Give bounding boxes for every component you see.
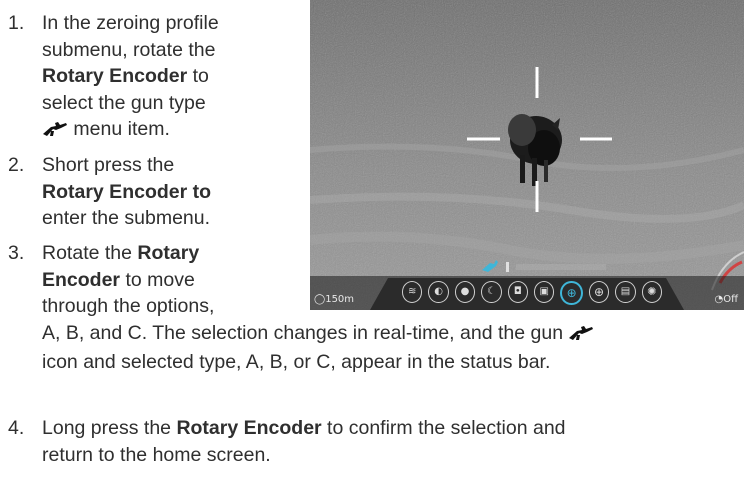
gun-icon	[568, 322, 594, 350]
step-number: 4.	[8, 417, 25, 439]
bold-term: Rotary Encoder	[42, 65, 188, 87]
wifi-icon[interactable]: ≋	[402, 281, 423, 303]
step-line: Rotary Encoder to	[42, 65, 209, 87]
step-line: menu item.	[42, 116, 219, 146]
timer-icon: ◔	[714, 294, 724, 305]
step-line: Short press the	[42, 154, 175, 176]
settings-icon[interactable]: ✺	[641, 281, 663, 303]
step-line: return to the home screen.	[42, 443, 271, 466]
step-number: 2.	[8, 154, 25, 176]
step-line: In the zeroing profile	[42, 12, 219, 34]
step-line: Rotary Encoder to	[42, 180, 212, 203]
step-text: In the zeroing profile submenu, rotate t…	[42, 10, 219, 146]
step-line: A, B, and C. The selection changes in re…	[42, 320, 594, 350]
step-line: icon and selected type, A, B, or C, appe…	[42, 351, 551, 373]
step-line: submenu, rotate the	[42, 38, 216, 61]
step-number: 1.	[8, 12, 25, 34]
calendar-icon[interactable]: ▤	[615, 281, 636, 303]
step-number: 3.	[8, 242, 25, 264]
mode-readout: ◔Off	[714, 294, 739, 305]
compass-icon[interactable]: ◐	[428, 281, 449, 303]
camera-icon[interactable]: ◘	[507, 281, 529, 303]
step-line: Long press the Rotary Encoder to confirm…	[42, 417, 566, 439]
step-line: select the gun type	[42, 91, 206, 114]
thermal-screenshot: ◯150m ◔Off ≋ ◐ ● ☾ ◘ ▣ ⊕ ⊕ ▤ ✺	[310, 0, 744, 310]
crosshair-selected-icon[interactable]: ⊕	[560, 281, 583, 305]
microphone-icon[interactable]: ●	[454, 281, 476, 303]
step-text: Long press the Rotary Encoder to confirm…	[42, 415, 566, 468]
step-text: Short press the Rotary Encoder to enter …	[42, 152, 211, 232]
range-icon: ◯	[314, 294, 326, 305]
distance-readout: ◯150m	[314, 294, 355, 305]
step-line: enter the submenu.	[42, 207, 211, 229]
menu-icon-bar: ≋ ◐ ● ☾ ◘ ▣ ⊕ ⊕ ▤ ✺	[402, 281, 663, 305]
crosshair-icon[interactable]: ⊕	[588, 281, 610, 303]
gun-icon	[42, 118, 68, 146]
image-icon[interactable]: ▣	[534, 281, 555, 303]
phone-icon[interactable]: ☾	[481, 281, 502, 303]
thermal-scene	[310, 0, 744, 310]
